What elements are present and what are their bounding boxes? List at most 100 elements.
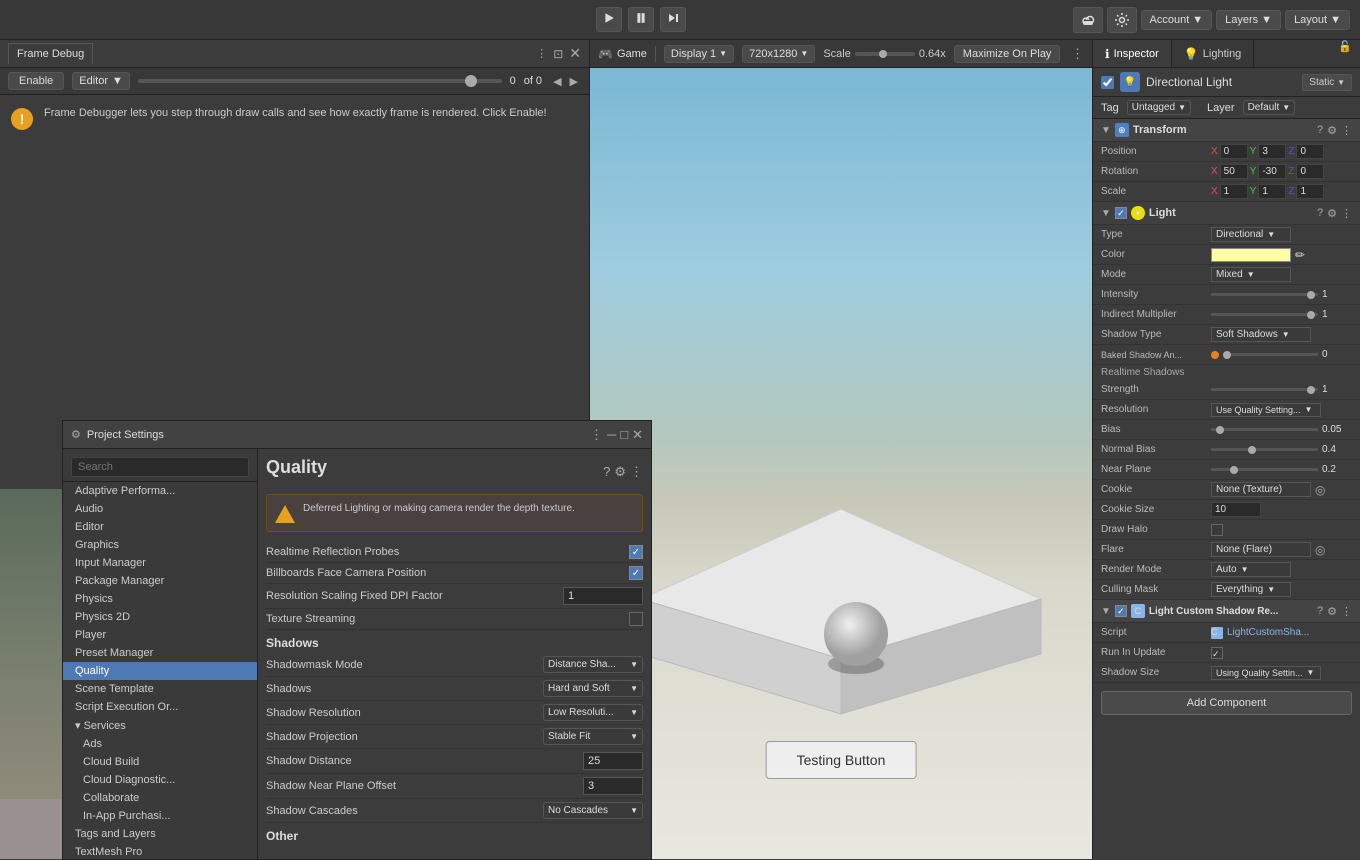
play-button[interactable] <box>596 7 622 32</box>
layers-button[interactable]: Layers ▼ <box>1216 10 1281 30</box>
light-mode-dropdown[interactable]: Mixed <box>1211 267 1291 282</box>
sidebar-item-quality[interactable]: Quality <box>63 662 257 680</box>
step-button[interactable] <box>660 7 686 32</box>
shadow-near-plane-input[interactable] <box>583 777 643 795</box>
sidebar-item-package-manager[interactable]: Package Manager <box>63 572 257 590</box>
ps-menu-icon[interactable]: ⋮ <box>590 427 603 443</box>
rotation-z[interactable] <box>1296 164 1324 179</box>
game-view-menu[interactable]: ⋮ <box>1071 46 1084 62</box>
ps-maximize-icon[interactable]: □ <box>620 427 628 443</box>
cloud-icon-btn[interactable] <box>1073 7 1103 33</box>
sidebar-item-physics[interactable]: Physics <box>63 590 257 608</box>
shadows-dropdown[interactable]: Hard and Soft <box>543 680 643 697</box>
light-help-icon[interactable]: ? <box>1317 207 1323 220</box>
ps-close-icon[interactable]: ✕ <box>632 427 643 443</box>
near-plane-slider[interactable] <box>1211 468 1318 471</box>
maximize-on-play-button[interactable]: Maximize On Play <box>954 45 1061 63</box>
sidebar-item-scene-template[interactable]: Scene Template <box>63 680 257 698</box>
light-settings-icon[interactable]: ⚙ <box>1327 207 1337 220</box>
scale-z[interactable] <box>1296 184 1324 199</box>
display-dropdown[interactable]: Display 1 <box>664 45 734 63</box>
next-frame-btn[interactable]: ▶ <box>567 75 581 88</box>
normal-bias-slider[interactable] <box>1211 448 1318 451</box>
realtime-reflection-checkbox[interactable]: ✓ <box>629 545 643 559</box>
resolution-dropdown[interactable]: 720x1280 <box>742 45 815 63</box>
intensity-slider[interactable] <box>1211 293 1318 296</box>
settings-icon-btn[interactable] <box>1107 7 1137 33</box>
light-custom-checkbox[interactable]: ✓ <box>1115 605 1127 617</box>
sidebar-item-ads[interactable]: Ads <box>63 735 257 753</box>
prev-frame-btn[interactable]: ◀ <box>550 75 564 88</box>
static-badge[interactable]: Static ▼ <box>1302 74 1352 91</box>
transform-help-icon[interactable]: ? <box>1317 124 1323 137</box>
render-mode-dropdown[interactable]: Auto <box>1211 562 1291 577</box>
sidebar-item-audio[interactable]: Audio <box>63 500 257 518</box>
sidebar-item-cloud-build[interactable]: Cloud Build <box>63 753 257 771</box>
account-button[interactable]: Account ▼ <box>1141 10 1213 30</box>
scale-slider[interactable] <box>855 52 915 56</box>
position-y[interactable] <box>1258 144 1286 159</box>
sidebar-item-preset-manager[interactable]: Preset Manager <box>63 644 257 662</box>
sidebar-item-graphics[interactable]: Graphics <box>63 536 257 554</box>
rotation-y[interactable] <box>1258 164 1286 179</box>
baked-shadow-slider[interactable] <box>1223 353 1318 356</box>
add-component-button[interactable]: Add Component <box>1101 691 1352 715</box>
shadow-cascades-dropdown[interactable]: No Cascades <box>543 802 643 819</box>
shadow-size-dropdown[interactable]: Using Quality Settin... <box>1211 666 1321 680</box>
layout-button[interactable]: Layout ▼ <box>1285 10 1350 30</box>
light-custom-shadow-header[interactable]: ▼ ✓ C Light Custom Shadow Re... ? ⚙ ⋮ <box>1093 600 1360 623</box>
search-input[interactable] <box>71 457 249 477</box>
light-enabled-checkbox[interactable]: ✓ <box>1115 207 1127 219</box>
light-type-dropdown[interactable]: Directional <box>1211 227 1291 242</box>
position-z[interactable] <box>1296 144 1324 159</box>
testing-button[interactable]: Testing Button <box>766 741 917 779</box>
tab-close-icon[interactable]: ✕ <box>569 45 581 62</box>
sidebar-item-script-execution[interactable]: Script Execution Or... <box>63 698 257 716</box>
shadow-projection-dropdown[interactable]: Stable Fit <box>543 728 643 745</box>
sidebar-item-in-app[interactable]: In-App Purchasi... <box>63 807 257 825</box>
layer-dropdown[interactable]: Default <box>1243 100 1296 115</box>
position-x[interactable] <box>1220 144 1248 159</box>
frame-slider[interactable] <box>138 79 502 83</box>
resolution-dropdown[interactable]: Use Quality Setting... <box>1211 403 1321 417</box>
sidebar-item-textmesh[interactable]: TextMesh Pro <box>63 843 257 859</box>
strength-slider[interactable] <box>1211 388 1318 391</box>
resolution-scaling-input[interactable] <box>563 587 643 605</box>
indirect-mult-slider[interactable] <box>1211 313 1318 316</box>
color-picker-icon[interactable]: ✏ <box>1295 248 1305 262</box>
quality-menu-icon[interactable]: ⋮ <box>630 464 643 480</box>
light-custom-help-icon[interactable]: ? <box>1317 605 1323 618</box>
scale-y[interactable] <box>1258 184 1286 199</box>
light-color-swatch[interactable] <box>1211 248 1291 262</box>
light-menu-icon[interactable]: ⋮ <box>1341 207 1352 220</box>
ps-minimize-icon[interactable]: ─ <box>607 427 616 443</box>
scale-x[interactable] <box>1220 184 1248 199</box>
object-active-checkbox[interactable] <box>1101 76 1114 89</box>
sidebar-item-services[interactable]: ▾ Services <box>63 716 257 735</box>
sidebar-item-input-manager[interactable]: Input Manager <box>63 554 257 572</box>
sidebar-item-player[interactable]: Player <box>63 626 257 644</box>
sidebar-item-editor[interactable]: Editor <box>63 518 257 536</box>
shadow-type-dropdown[interactable]: Soft Shadows <box>1211 327 1311 342</box>
light-custom-settings-icon[interactable]: ⚙ <box>1327 605 1337 618</box>
tab-lighting[interactable]: 💡 Lighting <box>1172 40 1255 67</box>
transform-settings-icon[interactable]: ⚙ <box>1327 124 1337 137</box>
cookie-target-icon[interactable]: ◎ <box>1315 483 1325 497</box>
shadow-resolution-dropdown[interactable]: Low Resoluti... <box>543 704 643 721</box>
sidebar-item-adaptive-performance[interactable]: Adaptive Performa... <box>63 482 257 500</box>
shadow-distance-input[interactable] <box>583 752 643 770</box>
script-value[interactable]: LightCustomSha... <box>1227 627 1309 638</box>
transform-menu-icon[interactable]: ⋮ <box>1341 124 1352 137</box>
lock-icon[interactable]: 🔓 <box>1338 40 1360 67</box>
sidebar-item-physics-2d[interactable]: Physics 2D <box>63 608 257 626</box>
texture-streaming-checkbox[interactable] <box>629 612 643 626</box>
enable-button[interactable]: Enable <box>8 72 64 90</box>
quality-settings-icon[interactable]: ⚙ <box>614 464 626 480</box>
sidebar-item-tags-layers[interactable]: Tags and Layers <box>63 825 257 843</box>
draw-halo-checkbox[interactable] <box>1211 524 1223 536</box>
culling-mask-dropdown[interactable]: Everything <box>1211 582 1291 597</box>
rotation-x[interactable] <box>1220 164 1248 179</box>
run-in-update-checkbox[interactable] <box>1211 647 1223 659</box>
transform-component-header[interactable]: ▼ ⊕ Transform ? ⚙ ⋮ <box>1093 119 1360 142</box>
tab-menu-icon[interactable]: ⋮ <box>536 47 547 60</box>
